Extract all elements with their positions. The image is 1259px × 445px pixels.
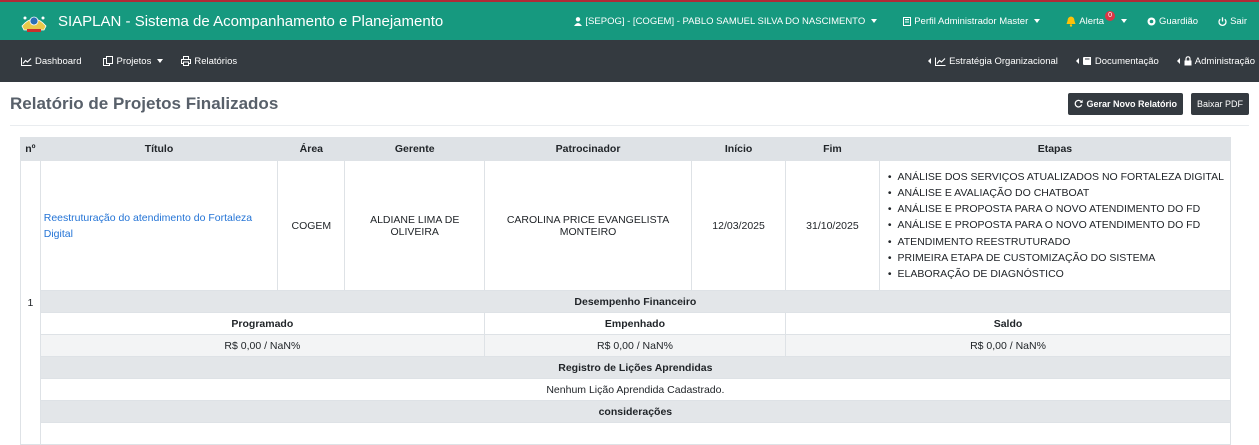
financial-values-row: R$ 0,00 / NaN% R$ 0,00 / NaN% R$ 0,00 / … (20, 334, 1231, 357)
lessons-empty-message: Nenhum Lição Aprendida Cadastrado. (39, 378, 1232, 401)
stage-item: PRIMEIRA ETAPA DE CUSTOMIZAÇÃO DO SISTEM… (888, 250, 1224, 266)
copy-icon (103, 56, 114, 66)
nav-documentacao[interactable]: Documentação (1075, 55, 1159, 67)
row-number: 1 (20, 160, 41, 445)
power-icon (1218, 16, 1227, 26)
page-title: Relatório de Projetos Finalizados (10, 93, 279, 113)
nav-projetos-label: Projetos (116, 55, 152, 67)
project-title-link[interactable]: Reestruturação do atendimento do Fortale… (39, 160, 279, 291)
saldo-label: Saldo (785, 312, 1231, 335)
saldo-value: R$ 0,00 / NaN% (785, 334, 1231, 357)
financial-section-header: Desempenho Financeiro (20, 290, 1232, 313)
chevron-left-icon (1075, 58, 1079, 64)
financial-heading: Desempenho Financeiro (39, 290, 1232, 313)
nav-estrategia[interactable]: Estratégia Organizacional (928, 56, 1058, 67)
stage-item: ANÁLISE E PROPOSTA PARA O NOVO ATENDIMEN… (888, 217, 1224, 233)
empenhado-value: R$ 0,00 / NaN% (483, 334, 787, 357)
column-header: Fim (785, 137, 880, 161)
nav-relatorios[interactable]: Relatórios (181, 56, 237, 67)
considerations-heading: considerações (39, 400, 1232, 423)
empenhado-label: Empenhado (483, 312, 787, 335)
chevron-down-icon (1121, 19, 1127, 23)
project-sponsor: CAROLINA PRICE EVANGELISTA MONTEIRO (483, 160, 693, 291)
stage-item: ELABORAÇÃO DE DIAGNÓSTICO (888, 266, 1224, 282)
nav-relatorios-label: Relatórios (194, 55, 238, 67)
stage-item: ATENDIMENTO REESTRUTURADO (888, 234, 1224, 250)
column-header: Gerente (344, 137, 485, 161)
column-header: Área (277, 137, 346, 161)
chevron-left-icon (928, 58, 932, 64)
generate-report-label: Gerar Novo Relatório (1086, 98, 1177, 109)
book-icon (1082, 57, 1091, 65)
chevron-left-icon (1176, 58, 1180, 64)
generate-report-button[interactable]: Gerar Novo Relatório (1068, 92, 1183, 115)
download-pdf-button[interactable]: Baixar PDF (1190, 92, 1249, 115)
project-manager: ALDIANE LIMA DE OLIVEIRA (344, 160, 485, 291)
nav-estrategia-label: Estratégia Organizacional (949, 55, 1058, 67)
project-area: COGEM (277, 160, 346, 291)
app-title[interactable]: SIAPLAN - Sistema de Acompanhamento e Pl… (58, 13, 443, 30)
lock-icon (1184, 56, 1192, 66)
chevron-down-icon (871, 19, 878, 23)
profile-menu[interactable]: Perfil Administrador Master (903, 15, 1041, 27)
user-menu[interactable]: [SEPOG] - [COGEM] - PABLO SAMUEL SILVA D… (574, 15, 878, 27)
lessons-row: Nenhum Lição Aprendida Cadastrado. (21, 378, 1232, 401)
id-card-icon (903, 16, 912, 26)
chart-line-icon (21, 57, 32, 66)
top-navbar: SIAPLAN - Sistema de Acompanhamento e Pl… (0, 0, 1259, 40)
report-table: nº Título Área Gerente Patrocinador Iníc… (20, 137, 1232, 445)
column-header: nº (20, 137, 41, 161)
alert-count-badge: 0 (1105, 11, 1115, 21)
project-end-date: 31/10/2025 (785, 160, 880, 291)
user-icon (574, 16, 583, 26)
print-icon (181, 56, 192, 66)
refresh-icon (1075, 99, 1084, 108)
considerations-row (21, 422, 1232, 445)
nav-administracao[interactable]: Administração (1176, 55, 1255, 67)
considerations-content (39, 422, 1232, 445)
shield-icon (1147, 17, 1156, 25)
stage-item: ANÁLISE E AVALIAÇÃO DO CHATBOAT (888, 185, 1224, 201)
user-name: [SEPOG] - [COGEM] - PABLO SAMUEL SILVA D… (585, 15, 866, 27)
logout-label: Sair (1230, 15, 1247, 27)
alert-label: Alerta (1079, 15, 1105, 27)
column-header: Início (691, 137, 786, 161)
project-stages: ANÁLISE DOS SERVIÇOS ATUALIZADOS NO FORT… (878, 160, 1232, 291)
stage-item: ANÁLISE DOS SERVIÇOS ATUALIZADOS NO FORT… (888, 169, 1224, 185)
chevron-down-icon (1034, 19, 1041, 23)
column-header: Título (39, 137, 279, 161)
guardian-link[interactable]: Guardião (1147, 16, 1198, 27)
guardian-label: Guardião (1159, 15, 1199, 27)
city-logo-icon[interactable] (18, 7, 50, 35)
nav-projetos[interactable]: Projetos (103, 55, 164, 67)
programado-value: R$ 0,00 / NaN% (39, 334, 485, 357)
table-row: 1 Reestruturação do atendimento do Forta… (20, 160, 1232, 445)
chart-line-icon (935, 57, 946, 66)
table-header-row: nº Título Área Gerente Patrocinador Iníc… (20, 137, 1232, 161)
lessons-heading: Registro de Lições Aprendidas (39, 356, 1232, 379)
programado-label: Programado (39, 312, 485, 335)
considerations-section-header: considerações (20, 400, 1232, 423)
column-header: Etapas (878, 137, 1232, 161)
stage-item: ANÁLISE E PROPOSTA PARA O NOVO ATENDIMEN… (888, 201, 1224, 217)
bell-icon (1066, 16, 1076, 27)
chevron-down-icon (157, 59, 164, 63)
financial-labels-row: Programado Empenhado Saldo (21, 312, 1231, 335)
nav-documentacao-label: Documentação (1094, 55, 1159, 67)
nav-dashboard[interactable]: Dashboard (21, 56, 81, 67)
project-start-date: 12/03/2025 (691, 160, 786, 291)
nav-dashboard-label: Dashboard (35, 55, 82, 67)
column-header: Patrocinador (483, 137, 693, 161)
logout-button[interactable]: Sair (1218, 16, 1247, 27)
page-header: Relatório de Projetos Finalizados Gerar … (10, 82, 1249, 126)
nav-administracao-label: Administração (1194, 55, 1255, 67)
alert-menu[interactable]: Alerta 0 (1066, 11, 1127, 27)
main-menu: Dashboard Projetos Relatórios Estratégia… (0, 40, 1259, 82)
lessons-section-header: Registro de Lições Aprendidas (20, 356, 1232, 379)
profile-label: Perfil Administrador Master (914, 15, 1029, 27)
